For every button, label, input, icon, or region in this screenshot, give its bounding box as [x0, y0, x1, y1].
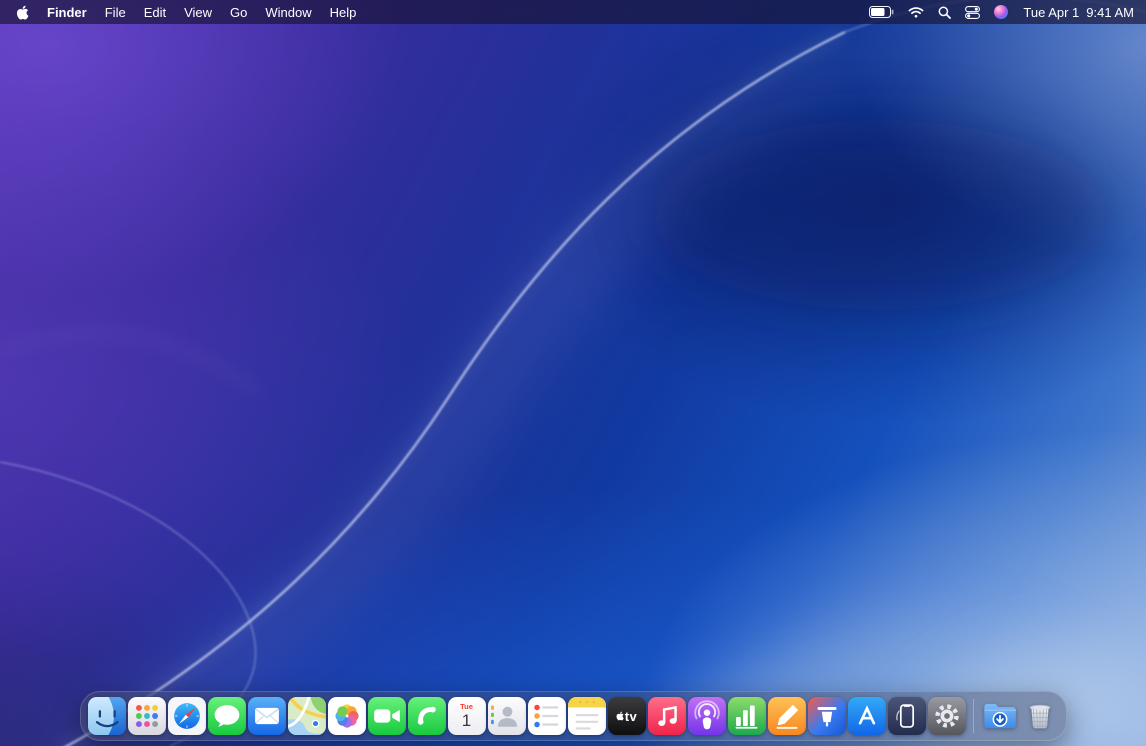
dock-item-messages[interactable] [208, 697, 246, 735]
menu-bar-right: Tue Apr 1 9:41 AM [862, 0, 1136, 24]
menu-help[interactable]: Help [321, 0, 366, 24]
safari-icon [168, 697, 206, 735]
dock-item-finder[interactable] [88, 697, 126, 735]
dock-item-pages[interactable] [768, 697, 806, 735]
dock-item-numbers[interactable] [728, 697, 766, 735]
menu-window[interactable]: Window [256, 0, 320, 24]
apple-logo-small-icon [616, 711, 624, 721]
clock-date: Tue Apr 1 [1023, 5, 1079, 20]
dock-item-mail[interactable] [248, 697, 286, 735]
pages-icon [768, 697, 806, 735]
apple-menu[interactable] [8, 0, 38, 24]
siri-icon[interactable] [987, 0, 1015, 24]
dock-item-music[interactable] [648, 697, 686, 735]
dock: Tue 1 [80, 691, 1067, 741]
control-center-icon[interactable] [958, 0, 987, 24]
reminders-icon [528, 697, 566, 735]
dock-item-iphone-mirroring[interactable] [888, 697, 926, 735]
mail-icon [248, 697, 286, 735]
menu-view[interactable]: View [175, 0, 221, 24]
dock-item-facetime[interactable] [368, 697, 406, 735]
dock-item-tv[interactable]: tv [608, 697, 646, 735]
trash-icon [1021, 697, 1059, 735]
system-settings-icon [928, 697, 966, 735]
dock-item-phone[interactable] [408, 697, 446, 735]
calendar-weekday: Tue [460, 703, 473, 711]
active-app-menu[interactable]: Finder [38, 0, 96, 24]
dock-item-contacts[interactable] [488, 697, 526, 735]
finder-icon [88, 697, 126, 735]
dock-item-keynote[interactable] [808, 697, 846, 735]
podcasts-icon [688, 697, 726, 735]
battery-icon[interactable] [862, 0, 901, 24]
dock-item-reminders[interactable] [528, 697, 566, 735]
dock-item-trash[interactable] [1021, 697, 1059, 735]
menu-file[interactable]: File [96, 0, 135, 24]
dock-container: Tue 1 [0, 691, 1146, 741]
maps-icon [288, 697, 326, 735]
keynote-icon [808, 697, 846, 735]
music-icon [648, 697, 686, 735]
downloads-folder-icon [981, 697, 1019, 735]
app-store-icon [848, 697, 886, 735]
menu-bar-left: Finder File Edit View Go Window Help [8, 0, 365, 24]
menu-bar: Finder File Edit View Go Window Help [0, 0, 1146, 24]
notes-icon [568, 697, 606, 735]
phone-icon [408, 697, 446, 735]
dock-separator [973, 699, 974, 733]
spotlight-icon[interactable] [931, 0, 958, 24]
photos-icon [328, 697, 366, 735]
menu-bar-clock[interactable]: Tue Apr 1 9:41 AM [1015, 5, 1136, 20]
dock-item-launchpad[interactable] [128, 697, 166, 735]
tv-label-text: tv [625, 709, 638, 724]
apple-logo-icon [16, 5, 29, 20]
wallpaper-wave-overlay [0, 0, 1146, 746]
dock-item-podcasts[interactable] [688, 697, 726, 735]
numbers-icon [728, 697, 766, 735]
menu-edit[interactable]: Edit [135, 0, 175, 24]
desktop-wallpaper[interactable]: Finder File Edit View Go Window Help [0, 0, 1146, 746]
dock-item-maps[interactable] [288, 697, 326, 735]
dock-item-photos[interactable] [328, 697, 366, 735]
dock-item-notes[interactable] [568, 697, 606, 735]
dock-item-safari[interactable] [168, 697, 206, 735]
wifi-icon[interactable] [901, 0, 931, 24]
tv-logo: tv [616, 709, 638, 724]
dock-item-calendar[interactable]: Tue 1 [448, 697, 486, 735]
dock-item-downloads[interactable] [981, 697, 1019, 735]
calendar-day: 1 [462, 712, 471, 729]
iphone-mirroring-icon [888, 697, 926, 735]
contacts-icon [488, 697, 526, 735]
launchpad-icon [128, 697, 166, 735]
facetime-icon [368, 697, 406, 735]
clock-time: 9:41 AM [1086, 5, 1134, 20]
siri-orb [994, 5, 1008, 19]
menu-go[interactable]: Go [221, 0, 256, 24]
dock-item-app-store[interactable] [848, 697, 886, 735]
dock-item-system-settings[interactable] [928, 697, 966, 735]
messages-icon [208, 697, 246, 735]
